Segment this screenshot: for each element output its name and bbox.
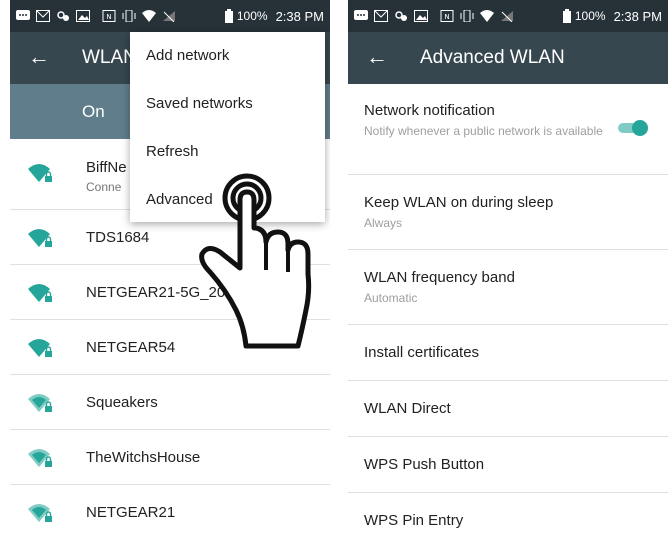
network-name: NETGEAR21 (86, 504, 176, 521)
clock: 2:38 PM (613, 8, 662, 24)
back-arrow-icon[interactable]: ← (28, 45, 50, 69)
settings-list: Network notification Notify whenever a p… (348, 84, 668, 536)
setting-title: WLAN Direct (364, 400, 451, 417)
list-item[interactable]: Squeakers (10, 375, 330, 430)
wifi-lock-icon (28, 164, 52, 182)
back-arrow-icon[interactable]: ← (366, 45, 388, 69)
sync-icon (57, 11, 69, 21)
network-name: TDS1684 (86, 229, 150, 246)
svg-text:N: N (444, 13, 449, 21)
wifi-icon (480, 10, 494, 22)
setting-title: Keep WLAN on during sleep (364, 194, 554, 211)
setting-title: WLAN frequency band (364, 269, 515, 286)
wifi-lock-icon (28, 339, 52, 357)
network-status: Conne (86, 180, 122, 194)
network-name: Squeakers (86, 394, 158, 411)
nfc-icon: N (440, 10, 454, 22)
setting-subtitle: Always (364, 216, 403, 230)
setting-subtitle: Notify whenever a public network is avai… (364, 124, 603, 138)
vibrate-icon (460, 10, 474, 22)
setting-title: WPS Push Button (364, 456, 485, 473)
setting-wps-push-button[interactable]: WPS Push Button (348, 437, 668, 493)
wifi-lock-icon (28, 284, 52, 302)
sync-icon (395, 11, 407, 21)
wifi-icon (142, 10, 156, 22)
page-title: Advanced WLAN (420, 47, 565, 68)
setting-title: Network notification (364, 102, 495, 119)
svg-text:N: N (106, 13, 111, 21)
gmail-icon (374, 10, 388, 22)
page-title: WLAN (82, 47, 137, 68)
network-name: NETGEAR54 (86, 339, 176, 356)
setting-title: Install certificates (364, 344, 480, 361)
setting-keep-wlan-on[interactable]: Keep WLAN on during sleep Always (348, 175, 668, 250)
toggle-switch[interactable] (616, 118, 650, 138)
setting-title: WPS Pin Entry (364, 512, 464, 529)
wifi-lock-icon (28, 229, 52, 247)
menu-item-saved-networks[interactable]: Saved networks (146, 95, 253, 112)
advanced-wlan-screen: N 100% 2:38 PM ← Advanced WLAN Network n… (348, 0, 668, 536)
status-bar: N 100% 2:38 PM (348, 0, 668, 32)
on-label: On (82, 102, 105, 121)
image-icon (414, 10, 428, 22)
setting-subtitle: Automatic (364, 291, 418, 305)
wifi-lock-icon (28, 504, 52, 522)
nfc-icon: N (102, 10, 116, 22)
menu-item-refresh[interactable]: Refresh (146, 143, 199, 160)
setting-install-certificates[interactable]: Install certificates (348, 325, 668, 381)
wlan-screen: N 100% 2:38 PM ← WLAN On BiffNe Conne TD… (10, 0, 330, 536)
gmail-icon (36, 10, 50, 22)
app-bar: ← Advanced WLAN (348, 32, 668, 84)
network-name: BiffNe (86, 159, 127, 176)
image-icon (76, 10, 90, 22)
setting-frequency-band[interactable]: WLAN frequency band Automatic (348, 250, 668, 325)
message-icon (16, 10, 30, 20)
list-item[interactable]: TheWitchsHouse (10, 430, 330, 485)
status-bar: N 100% 2:38 PM (10, 0, 330, 32)
wifi-lock-icon (28, 394, 52, 412)
vibrate-icon (122, 10, 136, 22)
setting-wps-pin-entry[interactable]: WPS Pin Entry (348, 493, 668, 536)
setting-wlan-direct[interactable]: WLAN Direct (348, 381, 668, 437)
battery-percent: 100% (574, 9, 606, 23)
battery-icon (224, 9, 233, 23)
no-signal-icon (501, 11, 513, 22)
list-item[interactable]: NETGEAR21 (10, 485, 330, 536)
battery-percent: 100% (236, 9, 268, 23)
clock: 2:38 PM (275, 8, 324, 24)
network-name: TheWitchsHouse (86, 449, 201, 466)
no-signal-icon (163, 11, 175, 22)
setting-network-notification[interactable]: Network notification Notify whenever a p… (348, 84, 668, 175)
menu-item-add-network[interactable]: Add network (146, 47, 229, 64)
message-icon (354, 10, 368, 20)
battery-icon (562, 9, 571, 23)
pointing-hand-icon (199, 173, 312, 349)
wifi-lock-icon (28, 449, 52, 467)
